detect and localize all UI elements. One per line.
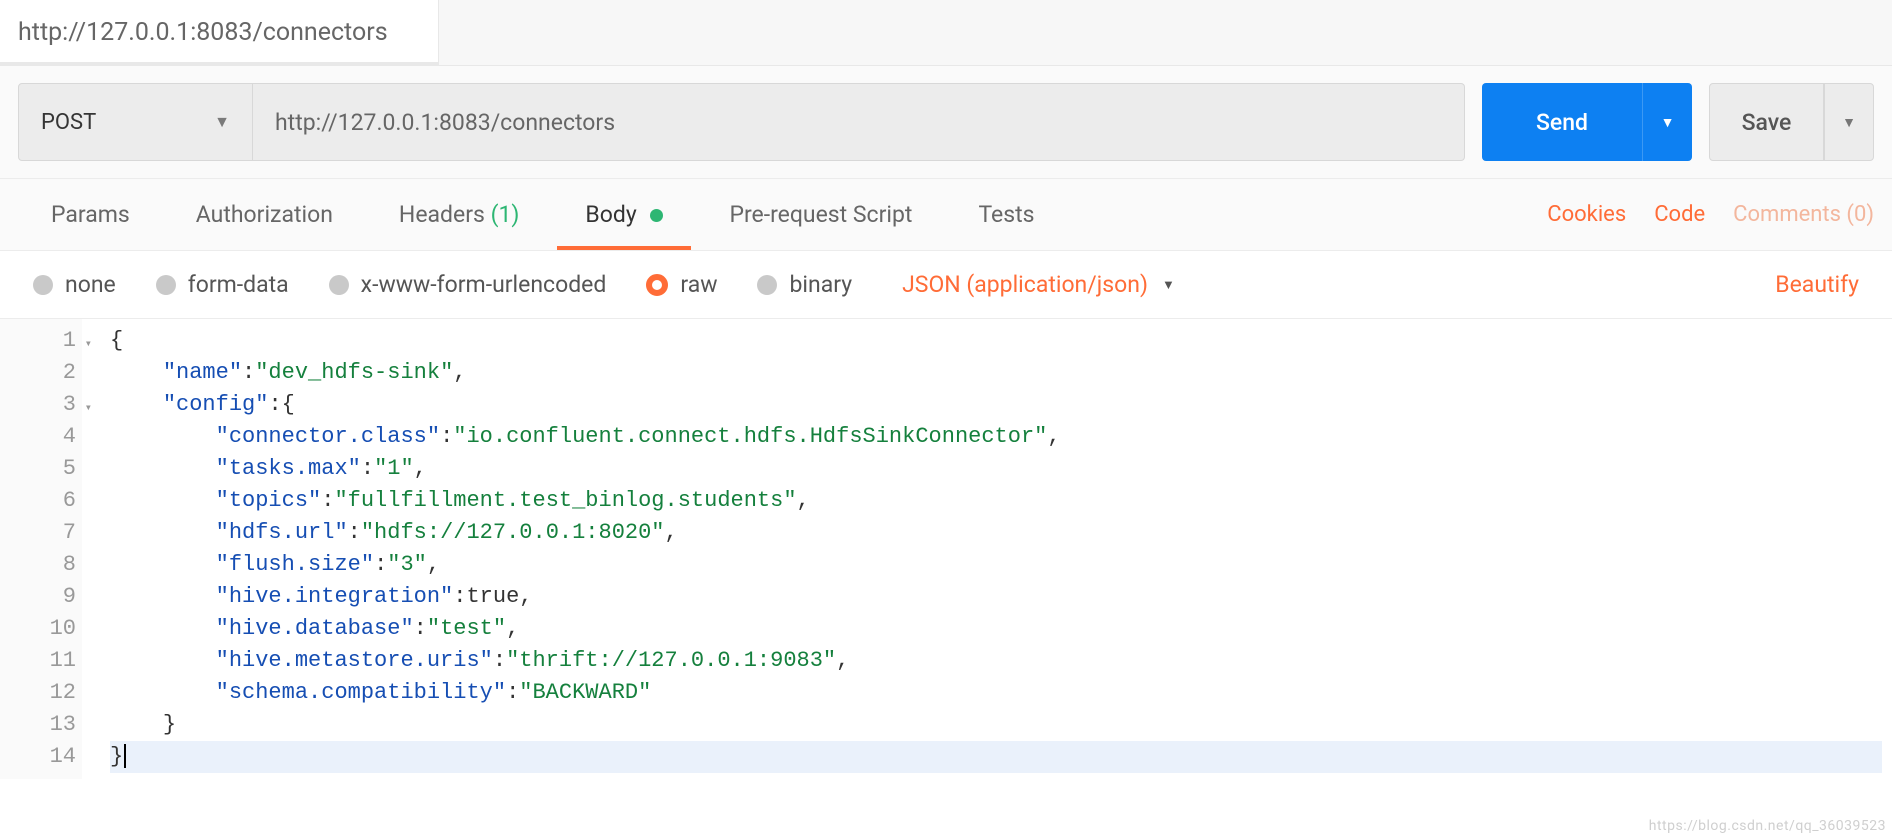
body-type-binary-label: binary	[789, 271, 852, 298]
save-button-label: Save	[1742, 109, 1792, 136]
code-editor[interactable]: 1234567891011121314 { "name":"dev_hdfs-s…	[0, 319, 1892, 779]
tab-authorization[interactable]: Authorization	[163, 179, 366, 250]
window-tab[interactable]: http://127.0.0.1:8083/connectors	[0, 0, 439, 65]
tab-tests[interactable]: Tests	[945, 179, 1067, 250]
save-button[interactable]: Save	[1709, 83, 1824, 161]
send-button-label: Send	[1536, 109, 1588, 136]
send-button[interactable]: Send	[1482, 83, 1642, 161]
tab-params[interactable]: Params	[18, 179, 163, 250]
editor-content[interactable]: { "name":"dev_hdfs-sink", "config":{ "co…	[82, 319, 1892, 779]
body-type-raw-label: raw	[680, 271, 717, 298]
tab-tests-label: Tests	[978, 201, 1034, 228]
body-type-urlencoded[interactable]: x-www-form-urlencoded	[329, 271, 607, 298]
tab-params-label: Params	[51, 201, 130, 228]
content-type-select[interactable]: JSON (application/json) ▼	[902, 271, 1175, 298]
body-type-form-data[interactable]: form-data	[156, 271, 289, 298]
request-row: POST ▼ http://127.0.0.1:8083/connectors …	[0, 66, 1892, 179]
tab-body[interactable]: Body	[552, 179, 696, 250]
tab-prerequest-label: Pre-request Script	[729, 201, 912, 228]
body-options-row: none form-data x-www-form-urlencoded raw…	[0, 251, 1892, 319]
radio-icon	[757, 275, 777, 295]
window-tab-title: http://127.0.0.1:8083/connectors	[18, 18, 388, 47]
save-dropdown-button[interactable]: ▼	[1824, 83, 1874, 161]
request-tabs: Params Authorization Headers (1) Body Pr…	[0, 179, 1892, 251]
http-method-value: POST	[41, 110, 96, 135]
send-dropdown-button[interactable]: ▼	[1642, 83, 1692, 161]
body-modified-indicator-icon	[650, 209, 663, 222]
tab-body-label: Body	[585, 201, 636, 228]
body-type-none[interactable]: none	[33, 271, 116, 298]
editor-gutter: 1234567891011121314	[0, 319, 82, 779]
tab-auth-label: Authorization	[196, 201, 333, 228]
chevron-down-icon: ▼	[214, 112, 230, 132]
body-type-none-label: none	[65, 271, 116, 298]
cookies-link[interactable]: Cookies	[1547, 202, 1626, 227]
radio-icon	[329, 275, 349, 295]
radio-selected-icon	[646, 274, 668, 296]
radio-icon	[33, 275, 53, 295]
comments-link[interactable]: Comments (0)	[1733, 202, 1874, 227]
tab-headers[interactable]: Headers (1)	[366, 179, 552, 250]
body-type-raw[interactable]: raw	[646, 271, 717, 298]
chevron-down-icon: ▼	[1842, 114, 1856, 131]
tab-headers-count: (1)	[491, 201, 520, 228]
tab-headers-label: Headers	[399, 201, 485, 228]
body-type-binary[interactable]: binary	[757, 271, 852, 298]
url-input[interactable]: http://127.0.0.1:8083/connectors	[253, 83, 1465, 161]
body-type-formdata-label: form-data	[188, 271, 289, 298]
watermark: https://blog.csdn.net/qq_36039523	[1649, 818, 1886, 834]
chevron-down-icon: ▼	[1162, 277, 1175, 293]
http-method-select[interactable]: POST ▼	[18, 83, 253, 161]
url-value: http://127.0.0.1:8083/connectors	[275, 109, 615, 136]
code-link[interactable]: Code	[1654, 202, 1705, 227]
tab-prerequest-script[interactable]: Pre-request Script	[696, 179, 945, 250]
body-type-urlencoded-label: x-www-form-urlencoded	[361, 271, 607, 298]
window-tab-bar: http://127.0.0.1:8083/connectors	[0, 0, 1892, 66]
beautify-link[interactable]: Beautify	[1775, 271, 1859, 298]
radio-icon	[156, 275, 176, 295]
chevron-down-icon: ▼	[1661, 114, 1675, 131]
content-type-label: JSON (application/json)	[902, 271, 1148, 298]
